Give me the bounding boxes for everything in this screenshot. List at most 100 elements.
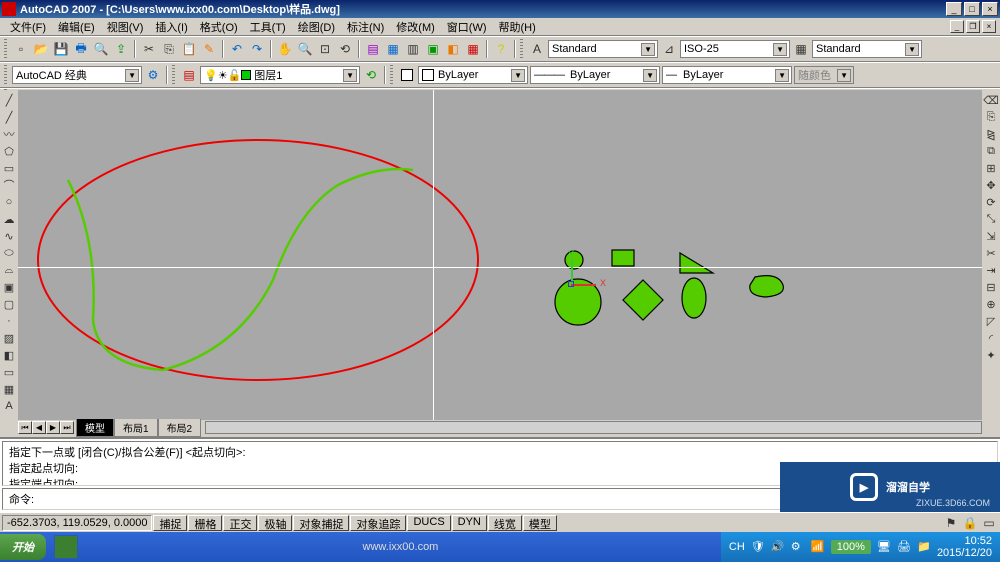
undo-icon[interactable]: ↶ [228, 40, 246, 58]
stretch-icon[interactable]: ⇲ [983, 228, 999, 244]
model-toggle[interactable]: 模型 [523, 515, 557, 531]
table-style-icon[interactable]: ▦ [792, 40, 810, 58]
revcloud-icon[interactable]: ☁ [1, 211, 17, 227]
offset-icon[interactable]: ⧉ [983, 143, 999, 159]
lineweight-combo[interactable]: —ByLayer [662, 66, 792, 84]
calc-icon[interactable]: ▦ [464, 40, 482, 58]
line-icon[interactable]: ╱ [1, 92, 17, 108]
menu-view[interactable]: 视图(V) [101, 18, 150, 36]
plot-icon[interactable]: 🖶 [72, 40, 90, 58]
workspace-combo[interactable]: AutoCAD 经典 [12, 66, 142, 84]
pline-icon[interactable]: 〰 [1, 126, 17, 142]
insert-block-icon[interactable]: ▣ [1, 279, 17, 295]
comm-center-icon[interactable]: ⚑ [942, 514, 960, 532]
region-icon[interactable]: ▭ [1, 364, 17, 380]
lock-ui-icon[interactable]: 🔒 [961, 514, 979, 532]
help-icon[interactable]: ? [492, 40, 510, 58]
ellipse-arc-icon[interactable]: ⌓ [1, 262, 17, 278]
menu-draw[interactable]: 绘图(D) [292, 18, 341, 36]
markup-icon[interactable]: ◧ [444, 40, 462, 58]
ducs-toggle[interactable]: DUCS [407, 515, 450, 531]
trim-icon[interactable]: ✂ [983, 245, 999, 261]
design-center-icon[interactable]: ▦ [384, 40, 402, 58]
zoom-indicator[interactable]: 100% [831, 540, 871, 554]
polar-toggle[interactable]: 极轴 [258, 515, 292, 531]
save-icon[interactable]: 💾 [52, 40, 70, 58]
color-combo[interactable]: ByLayer [418, 66, 528, 84]
gradient-icon[interactable]: ◧ [1, 347, 17, 363]
zoom-window-icon[interactable]: ⊡ [316, 40, 334, 58]
doc-close-button[interactable]: × [982, 20, 996, 33]
properties-icon[interactable]: ▤ [364, 40, 382, 58]
taskbar-app-autocad[interactable] [54, 535, 78, 559]
clock[interactable]: 10:52 2015/12/20 [937, 535, 992, 559]
menu-tools[interactable]: 工具(T) [244, 18, 292, 36]
plotstyle-combo[interactable]: 随颜色 [794, 66, 854, 84]
spline-icon[interactable]: ∿ [1, 228, 17, 244]
cut-icon[interactable]: ✂ [140, 40, 158, 58]
menu-modify[interactable]: 修改(M) [390, 18, 441, 36]
copy-obj-icon[interactable]: ⎘ [983, 109, 999, 125]
drawing-area[interactable] [18, 90, 982, 433]
dyn-toggle[interactable]: DYN [452, 515, 487, 531]
ortho-toggle[interactable]: 正交 [223, 515, 257, 531]
dim-style-combo[interactable]: ISO-25 [680, 40, 790, 58]
tab-layout1[interactable]: 布局1 [114, 419, 158, 437]
erase-icon[interactable]: ⌫ [983, 92, 999, 108]
zoom-previous-icon[interactable]: ⟲ [336, 40, 354, 58]
publish-icon[interactable]: ⇪ [112, 40, 130, 58]
start-button[interactable]: 开始 [0, 534, 46, 560]
tray-icon[interactable]: 📁 [917, 540, 931, 554]
menu-format[interactable]: 格式(O) [194, 18, 244, 36]
minimize-button[interactable]: _ [946, 2, 962, 16]
open-icon[interactable]: 📂 [32, 40, 50, 58]
new-icon[interactable]: ▫ [12, 40, 30, 58]
table-icon[interactable]: ▦ [1, 381, 17, 397]
sheet-set-icon[interactable]: ▣ [424, 40, 442, 58]
osnap-toggle[interactable]: 对象捕捉 [293, 515, 349, 531]
horizontal-scrollbar[interactable] [205, 421, 982, 434]
paste-icon[interactable]: 📋 [180, 40, 198, 58]
move-icon[interactable]: ✥ [983, 177, 999, 193]
menu-window[interactable]: 窗口(W) [441, 18, 493, 36]
xline-icon[interactable]: ╱ [1, 109, 17, 125]
pan-icon[interactable]: ✋ [276, 40, 294, 58]
toolbar-grip[interactable] [4, 39, 7, 59]
copy-icon[interactable]: ⎘ [160, 40, 178, 58]
tray-icon[interactable]: ⚙ [791, 540, 805, 554]
linetype-combo[interactable]: ———ByLayer [530, 66, 660, 84]
layer-prev-icon[interactable]: ⟲ [362, 66, 380, 84]
explode-icon[interactable]: ✦ [983, 347, 999, 363]
tool-palettes-icon[interactable]: ▥ [404, 40, 422, 58]
tray-icon[interactable]: 🛡 [751, 540, 765, 554]
tray-icon[interactable]: 🔊 [771, 540, 785, 554]
text-style-combo[interactable]: Standard [548, 40, 658, 58]
scale-icon[interactable]: ⤡ [983, 211, 999, 227]
menu-help[interactable]: 帮助(H) [493, 18, 542, 36]
coords-display[interactable]: -652.3703, 119.0529, 0.0000 [2, 515, 152, 531]
toolbar-grip[interactable] [520, 39, 523, 59]
tray-icon[interactable]: 📶 [811, 540, 825, 554]
snap-toggle[interactable]: 捕捉 [153, 515, 187, 531]
clean-screen-icon[interactable]: ▭ [980, 514, 998, 532]
close-button[interactable]: × [982, 2, 998, 16]
tab-next-button[interactable]: ▶ [46, 421, 60, 434]
text-style-icon[interactable]: A [528, 40, 546, 58]
workspace-settings-icon[interactable]: ⚙ [144, 66, 162, 84]
layer-combo[interactable]: 💡 ☀ 🔓 图层1 [200, 66, 360, 84]
zoom-realtime-icon[interactable]: 🔍 [296, 40, 314, 58]
menu-dimension[interactable]: 标注(N) [341, 18, 390, 36]
point-icon[interactable]: · [1, 313, 17, 329]
menu-file[interactable]: 文件(F) [4, 18, 52, 36]
extend-icon[interactable]: ⇥ [983, 262, 999, 278]
rectangle-icon[interactable]: ▭ [1, 160, 17, 176]
tab-last-button[interactable]: ⏭ [60, 421, 74, 434]
toolbar-grip[interactable] [390, 65, 393, 85]
match-prop-icon[interactable]: ✎ [200, 40, 218, 58]
tab-layout2[interactable]: 布局2 [158, 419, 202, 437]
mtext-icon[interactable]: A [1, 398, 17, 414]
dim-style-icon[interactable]: ⊿ [660, 40, 678, 58]
chamfer-icon[interactable]: ◸ [983, 313, 999, 329]
otrack-toggle[interactable]: 对象追踪 [350, 515, 406, 531]
lwt-toggle[interactable]: 线宽 [488, 515, 522, 531]
